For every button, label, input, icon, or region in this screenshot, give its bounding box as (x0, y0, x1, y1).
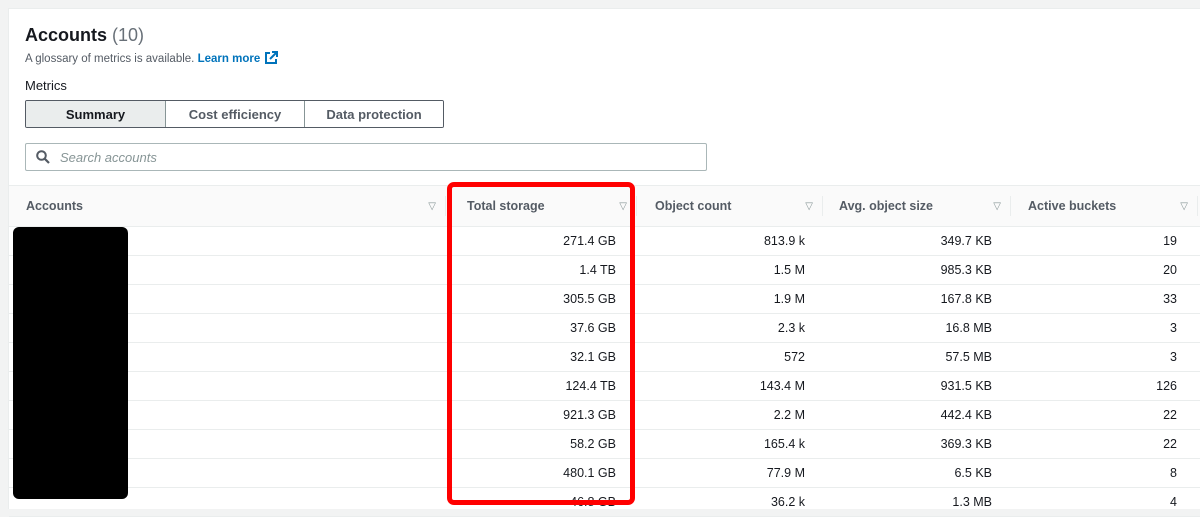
cell-active-buckets: 4 (1170, 495, 1177, 509)
table-row: 480.1 GB 77.9 M 6.5 KB 8 (9, 459, 1200, 488)
table-row: 271.4 GB 813.9 k 349.7 KB 19 (9, 227, 1200, 256)
sort-icon[interactable]: ▽ (428, 201, 436, 212)
table-body: 271.4 GB 813.9 k 349.7 KB 19 1.4 TB 1.5 M 985.… (9, 227, 1200, 517)
cell-active-buckets: 22 (1163, 408, 1177, 422)
accounts-table: Accounts ▽ Total storage ▽ Object count ▽ A… (9, 182, 1200, 517)
cell-total-storage: 305.5 GB (563, 292, 616, 306)
cell-avg-object-size: 349.7 KB (940, 234, 992, 248)
page-title: Accounts (10) (25, 25, 144, 46)
cell-active-buckets: 3 (1170, 350, 1177, 364)
cell-active-buckets: 33 (1163, 292, 1177, 306)
search-icon (36, 150, 50, 164)
column-label: Accounts (26, 199, 83, 213)
cell-active-buckets: 3 (1170, 321, 1177, 335)
sort-icon[interactable]: ▽ (993, 201, 1001, 212)
column-label: Object count (655, 199, 732, 213)
sort-icon[interactable]: ▽ (805, 201, 813, 212)
cell-total-storage: 1.4 TB (579, 263, 616, 277)
cell-total-storage: 32.1 GB (570, 350, 616, 364)
cell-total-storage: 271.4 GB (563, 234, 616, 248)
cell-object-count: 143.4 M (759, 379, 805, 393)
cell-object-count: 813.9 k (763, 234, 805, 248)
table-row: 124.4 TB 143.4 M 931.5 KB 126 (9, 372, 1200, 401)
tab-cost-efficiency[interactable]: Cost efficiency (165, 101, 304, 127)
tab-summary[interactable]: Summary (26, 101, 165, 127)
cell-object-count: 77.9 M (766, 466, 805, 480)
column-header-active-buckets[interactable]: Active buckets ▽ (1028, 186, 1198, 226)
cell-avg-object-size: 931.5 KB (940, 379, 992, 393)
column-header-total-storage[interactable]: Total storage ▽ (467, 186, 637, 226)
cell-avg-object-size: 1.3 MB (952, 495, 992, 509)
column-label: Avg. object size (839, 199, 934, 213)
table-row: 46.8 GB 36.2 k 1.3 MB 4 (9, 488, 1200, 517)
accounts-panel: Accounts (10) A glossary of metrics is a… (8, 8, 1200, 517)
cell-object-count: 2.2 M (773, 408, 805, 422)
tab-data-protection[interactable]: Data protection (304, 101, 443, 127)
cell-object-count: 1.9 M (773, 292, 805, 306)
cell-active-buckets: 8 (1170, 466, 1177, 480)
table-row: 37.6 GB 2.3 k 16.8 MB 3 (9, 314, 1200, 343)
sort-icon[interactable]: ▽ (1180, 201, 1188, 212)
cell-avg-object-size: 6.5 KB (954, 466, 992, 480)
cell-object-count: 572 (784, 350, 805, 364)
account-count: (10) (112, 25, 145, 45)
column-header-object-count[interactable]: Object count ▽ (655, 186, 823, 226)
external-link-icon (264, 51, 279, 68)
cell-active-buckets: 22 (1163, 437, 1177, 451)
cell-avg-object-size: 442.4 KB (940, 408, 992, 422)
metrics-label: Metrics (25, 78, 67, 93)
cell-total-storage: 124.4 TB (565, 379, 616, 393)
sort-icon[interactable]: ▽ (619, 201, 627, 212)
cell-avg-object-size: 16.8 MB (945, 321, 992, 335)
table-row: 58.2 GB 165.4 k 369.3 KB 22 (9, 430, 1200, 459)
cell-active-buckets: 20 (1163, 263, 1177, 277)
redacted-account-names (13, 227, 128, 499)
glossary-text: A glossary of metrics is available. (25, 53, 195, 65)
cell-total-storage: 46.8 GB (570, 495, 616, 509)
column-label: Active buckets (1028, 199, 1117, 213)
table-row: 305.5 GB 1.9 M 167.8 KB 33 (9, 285, 1200, 314)
table-row: 921.3 GB 2.2 M 442.4 KB 22 (9, 401, 1200, 430)
column-header-accounts[interactable]: Accounts ▽ (26, 186, 446, 226)
cell-active-buckets: 126 (1156, 379, 1177, 393)
search-input[interactable] (58, 148, 662, 166)
cell-active-buckets: 19 (1163, 234, 1177, 248)
glossary-note: A glossary of metrics is available. Lear… (25, 51, 279, 68)
table-row: 32.1 GB 572 57.5 MB 3 (9, 343, 1200, 372)
cell-avg-object-size: 167.8 KB (940, 292, 992, 306)
metrics-segmented-control: Summary Cost efficiency Data protection (25, 100, 444, 128)
learn-more-link[interactable]: Learn more (197, 51, 279, 68)
title-text: Accounts (25, 25, 108, 45)
cell-total-storage: 37.6 GB (570, 321, 616, 335)
cell-object-count: 36.2 k (770, 495, 805, 509)
cell-avg-object-size: 985.3 KB (940, 263, 992, 277)
cell-object-count: 2.3 k (777, 321, 805, 335)
cell-total-storage: 921.3 GB (563, 408, 616, 422)
column-header-avg-object-size[interactable]: Avg. object size ▽ (839, 186, 1011, 226)
column-label: Total storage (467, 199, 545, 213)
learn-more-label: Learn more (197, 53, 261, 65)
cell-avg-object-size: 369.3 KB (940, 437, 992, 451)
search-box (25, 143, 707, 171)
cell-object-count: 165.4 k (763, 437, 805, 451)
cell-avg-object-size: 57.5 MB (945, 350, 992, 364)
cell-total-storage: 58.2 GB (570, 437, 616, 451)
cell-object-count: 1.5 M (773, 263, 805, 277)
table-row: 1.4 TB 1.5 M 985.3 KB 20 (9, 256, 1200, 285)
cell-total-storage: 480.1 GB (563, 466, 616, 480)
table-header: Accounts ▽ Total storage ▽ Object count ▽ A… (9, 185, 1200, 227)
